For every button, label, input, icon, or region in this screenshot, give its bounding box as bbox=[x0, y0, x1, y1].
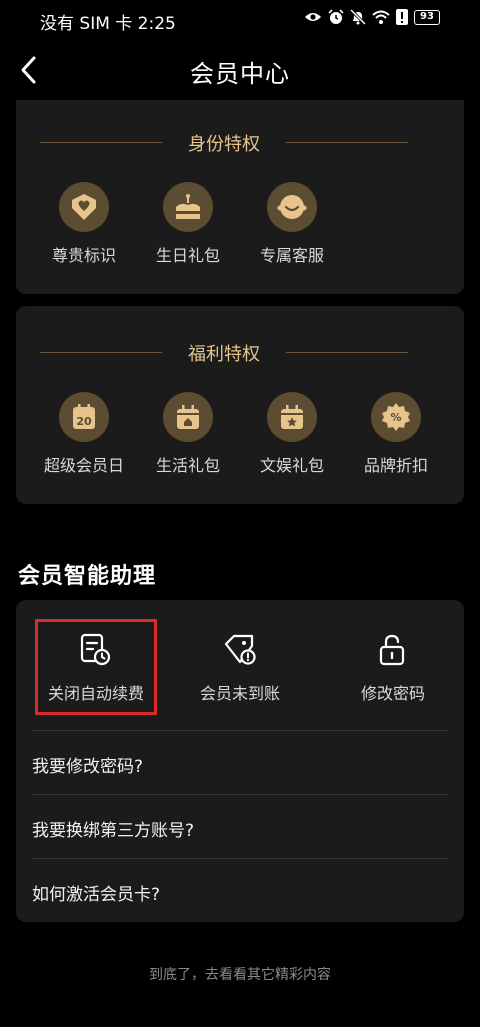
perk-label: 超级会员日 bbox=[43, 456, 124, 475]
discount-badge-icon: % bbox=[371, 392, 421, 442]
welfare-section-title: 福利特权 bbox=[188, 344, 260, 365]
discount-symbol-text: % bbox=[390, 411, 401, 424]
perk-exclusive-service[interactable]: 专属客服 bbox=[240, 182, 344, 266]
alert-icon bbox=[396, 9, 408, 25]
perk-super-member-day[interactable]: 20 超级会员日 bbox=[32, 392, 136, 476]
calendar-day-text: 20 bbox=[76, 415, 92, 428]
welfare-section-header: 福利特权 bbox=[40, 340, 408, 365]
perk-label: 品牌折扣 bbox=[363, 456, 428, 475]
faq-question: 我要换绑第三方账号? bbox=[32, 821, 195, 841]
wifi-icon bbox=[372, 10, 390, 24]
missing-tag-icon bbox=[220, 630, 260, 670]
mute-icon bbox=[350, 9, 366, 25]
tool-change-password[interactable]: 修改密码 bbox=[328, 630, 458, 704]
status-carrier-time: 没有 SIM 卡 2:25 bbox=[40, 14, 176, 34]
star-box-icon bbox=[267, 392, 317, 442]
page-title: 会员中心 bbox=[190, 60, 290, 88]
perk-label: 生日礼包 bbox=[155, 246, 220, 265]
perk-brand-discount[interactable]: % 品牌折扣 bbox=[344, 392, 448, 476]
tool-label: 修改密码 bbox=[360, 684, 425, 703]
tool-label: 会员未到账 bbox=[199, 684, 280, 703]
alarm-icon bbox=[328, 9, 344, 24]
faq-question: 我要修改密码? bbox=[32, 757, 144, 777]
divider-line bbox=[286, 142, 408, 143]
calendar-20-icon: 20 bbox=[59, 392, 109, 442]
unlock-icon bbox=[373, 630, 413, 670]
smile-face-icon bbox=[267, 182, 317, 232]
perk-label: 生活礼包 bbox=[155, 456, 220, 475]
identity-section-header: 身份特权 bbox=[40, 130, 408, 155]
nav-bar: 会员中心 bbox=[0, 44, 480, 96]
cake-icon bbox=[163, 182, 213, 232]
assistant-section-title: 会员智能助理 bbox=[18, 564, 157, 589]
gift-box-icon bbox=[163, 392, 213, 442]
divider-line bbox=[286, 352, 408, 353]
faq-question: 如何激活会员卡? bbox=[32, 885, 161, 905]
eye-icon bbox=[305, 13, 321, 21]
identity-section-title: 身份特权 bbox=[188, 134, 260, 155]
perk-noble-badge[interactable]: 尊贵标识 bbox=[32, 182, 136, 266]
perk-life-gift[interactable]: 生活礼包 bbox=[136, 392, 240, 476]
perk-label: 文娱礼包 bbox=[259, 456, 324, 475]
battery-icon: 93 bbox=[414, 9, 440, 25]
faq-item[interactable]: 我要修改密码? bbox=[32, 730, 448, 794]
status-bar: 没有 SIM 卡 2:25 93 bbox=[0, 0, 480, 38]
tool-membership-not-received[interactable]: 会员未到账 bbox=[175, 630, 305, 704]
highlight-box bbox=[35, 619, 157, 715]
perk-label: 尊贵标识 bbox=[51, 246, 116, 265]
status-icons: 93 bbox=[304, 9, 440, 25]
perk-birthday-gift[interactable]: 生日礼包 bbox=[136, 182, 240, 266]
heart-badge-icon bbox=[59, 182, 109, 232]
perk-entertainment-gift[interactable]: 文娱礼包 bbox=[240, 392, 344, 476]
faq-item[interactable]: 如何激活会员卡? bbox=[32, 858, 448, 922]
faq-item[interactable]: 我要换绑第三方账号? bbox=[32, 794, 448, 858]
perk-label: 专属客服 bbox=[259, 246, 324, 265]
footer-end-text: 到底了，去看看其它精彩内容 bbox=[149, 967, 331, 983]
